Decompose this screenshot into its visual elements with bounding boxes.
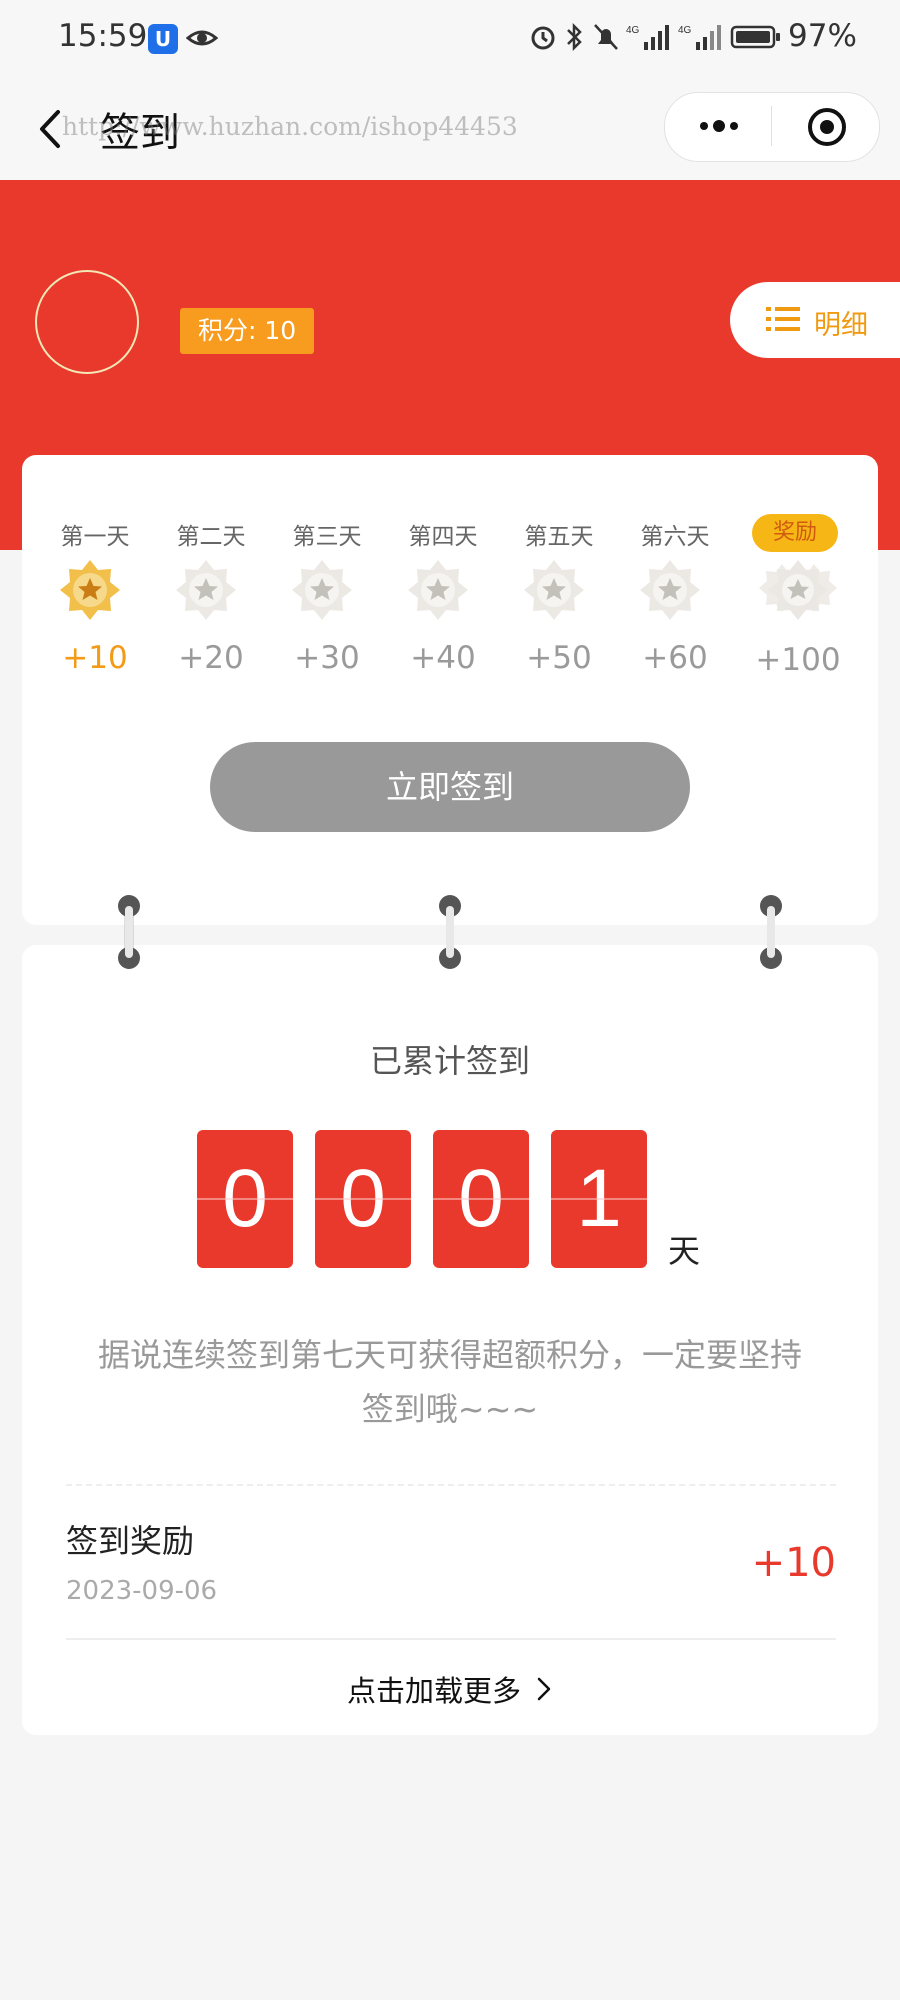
status-time: 15:59 [58, 18, 148, 54]
points-badge: 积分: 10 [180, 308, 315, 354]
day-points-3: +30 [294, 640, 360, 676]
divider [66, 1638, 836, 1640]
alarm-icon [531, 26, 555, 50]
chevron-right-icon [537, 1677, 551, 1701]
svg-text:4G: 4G [626, 25, 640, 36]
record-title: 签到奖励 [66, 1522, 195, 1560]
binder-ring [439, 895, 461, 969]
star-badge-icon [640, 560, 700, 620]
battery-percentage: 97% [788, 18, 857, 54]
signin-button[interactable]: 立即签到 [210, 742, 690, 832]
load-more-label: 点击加载更多 [346, 1674, 521, 1708]
counter-digit: 0 [315, 1130, 411, 1268]
reward-stars-icon [759, 560, 837, 620]
star-badge-icon [524, 560, 584, 620]
day-unit-label: 天 [668, 1232, 701, 1270]
watermark-text: http://www.huzhan.com/ishop44453 [62, 112, 518, 141]
counter-digit: 0 [433, 1130, 529, 1268]
day-points-2: +20 [178, 640, 244, 676]
star-badge-icon [408, 560, 468, 620]
star-badge-icon [292, 560, 352, 620]
close-miniprogram-icon[interactable] [806, 106, 848, 148]
day-label-4: 第四天 [408, 524, 478, 550]
day-label-5: 第五天 [524, 524, 594, 550]
divider [66, 1484, 836, 1486]
day-label-6: 第六天 [640, 524, 710, 550]
list-icon[interactable] [766, 304, 800, 334]
day-points-4: +40 [410, 640, 476, 676]
day-label-3: 第三天 [292, 524, 362, 550]
day-points-6: +60 [642, 640, 708, 676]
counter-digit: 1 [551, 1130, 647, 1268]
day-label-1: 第一天 [60, 524, 130, 550]
binder-ring [760, 895, 782, 969]
counter-digit: 0 [197, 1130, 293, 1268]
record-date: 2023-09-06 [66, 1576, 218, 1606]
star-badge-icon-active [60, 560, 120, 620]
day-label-2: 第二天 [176, 524, 246, 550]
battery-icon [730, 25, 780, 49]
detail-label[interactable]: 明细 [814, 303, 868, 342]
mute-icon [594, 24, 618, 50]
record-points: +10 [751, 1540, 836, 1586]
svg-text:4G: 4G [678, 25, 692, 36]
bluetooth-icon [567, 22, 582, 52]
star-badge-icon [176, 560, 236, 620]
avatar[interactable] [35, 270, 139, 374]
eye-icon [186, 30, 218, 46]
signal-4g-2-icon: 4G [678, 25, 721, 50]
binder-ring [118, 895, 140, 969]
more-options-icon[interactable] [694, 110, 744, 142]
signal-4g-icon: 4G [626, 25, 669, 50]
day-points-reward: +100 [755, 642, 841, 678]
reward-day-tag: 奖励 [752, 514, 838, 552]
tip-text: 据说连续签到第七天可获得超额积分，一定要坚持签到哦~~~ [97, 1336, 802, 1428]
day-points-1: +10 [62, 640, 128, 676]
cumulative-signin-label: 已累计签到 [369, 1042, 530, 1080]
capsule-divider [771, 106, 772, 146]
day-points-5: +50 [526, 640, 592, 676]
app-notification-icon: U [148, 24, 178, 54]
load-more-button[interactable]: 点击加载更多 [0, 1668, 900, 1710]
